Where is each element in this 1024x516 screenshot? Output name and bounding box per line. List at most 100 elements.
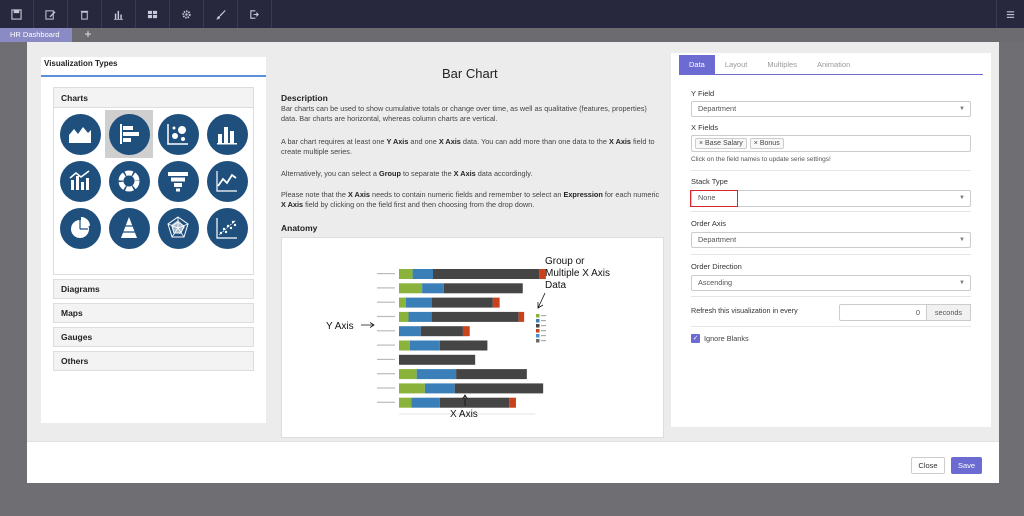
divider	[691, 254, 971, 255]
section-maps[interactable]: Maps	[53, 303, 254, 323]
settings-tabs: Data Layout Multiples Animation	[679, 55, 860, 74]
refresh-interval-input[interactable]: 0	[839, 304, 927, 321]
close-button[interactable]: Close	[911, 457, 945, 474]
tab-layout[interactable]: Layout	[715, 55, 758, 74]
charts-section-header[interactable]: Charts	[54, 88, 253, 108]
group-label-line-2: Multiple X Axis	[545, 268, 610, 279]
chart-type-funnel[interactable]	[154, 157, 202, 205]
tab-multiples[interactable]: Multiples	[757, 55, 807, 74]
settings-panel: Data Layout Multiples Animation Y Field …	[671, 53, 991, 427]
add-tab-button[interactable]: +	[82, 28, 94, 42]
anatomy-bar-segment	[456, 369, 527, 380]
column-chart-icon	[217, 127, 237, 145]
anatomy-legend-swatch	[536, 334, 540, 338]
anatomy-legend-swatch	[536, 329, 540, 333]
chart-type-bar[interactable]	[105, 110, 153, 158]
anatomy-bar-segment	[431, 297, 493, 308]
x-fields-input[interactable]: × Base Salary × Bonus	[691, 135, 971, 152]
anatomy-category-tick	[377, 387, 395, 389]
refresh-unit: seconds	[927, 304, 971, 321]
anatomy-bar-segment	[399, 354, 476, 365]
divider	[691, 326, 971, 327]
chevron-down-icon: ▼	[959, 280, 965, 286]
order-direction-select[interactable]: Ascending ▼	[691, 275, 971, 291]
y-field-label: Y Field	[691, 89, 715, 98]
anatomy-bar-segment	[405, 297, 432, 308]
order-direction-value: Ascending	[698, 278, 733, 287]
chart-type-line[interactable]	[203, 157, 251, 205]
modal-footer	[27, 441, 999, 483]
combo-chart-icon	[69, 170, 90, 190]
anatomy-category-tick	[377, 344, 395, 346]
anatomy-bar-segment	[420, 326, 463, 337]
anatomy-bar-segment	[518, 311, 525, 322]
y-field-select[interactable]: Department ▼	[691, 101, 971, 117]
anatomy-bar-segment	[399, 297, 406, 308]
trash-icon[interactable]	[68, 0, 102, 28]
x-fields-label: X Fields	[691, 123, 719, 132]
chart-type-column[interactable]	[203, 110, 251, 158]
bar-chart-icon[interactable]	[102, 0, 136, 28]
anatomy-bar-segment	[492, 297, 500, 308]
order-direction-label: Order Direction	[691, 262, 742, 271]
x-field-chip-base-salary[interactable]: × Base Salary	[695, 138, 747, 149]
anatomy-legend-swatch	[536, 314, 540, 318]
anatomy-category-tick	[377, 301, 395, 303]
anatomy-category-tick	[377, 287, 395, 289]
anatomy-bar-segment	[399, 269, 413, 279]
refresh-label: Refresh this visualization in every	[691, 306, 798, 315]
anatomy-category-tick	[377, 358, 395, 360]
pyramid-chart-icon	[121, 217, 137, 238]
order-axis-select[interactable]: Department ▼	[691, 232, 971, 248]
save-icon[interactable]	[0, 0, 34, 28]
description-heading: Description	[281, 93, 328, 103]
chart-type-combo[interactable]	[56, 157, 104, 205]
anatomy-illustration: Y Axis X Axis Group or Multiple X Axis D…	[281, 237, 664, 438]
save-button[interactable]: Save	[951, 457, 982, 474]
x-field-chip-bonus[interactable]: × Bonus	[749, 138, 784, 149]
ignore-blanks-checkbox[interactable]: ✓	[691, 334, 700, 343]
stack-type-label: Stack Type	[691, 177, 728, 186]
chart-type-donut[interactable]	[105, 157, 153, 205]
brush-icon[interactable]	[204, 0, 238, 28]
chart-type-area[interactable]	[56, 110, 104, 158]
anatomy-bar-segment	[399, 369, 417, 380]
order-axis-label: Order Axis	[691, 219, 727, 228]
section-gauges[interactable]: Gauges	[53, 327, 254, 347]
section-diagrams[interactable]: Diagrams	[53, 279, 254, 299]
chart-type-scatter[interactable]	[203, 204, 251, 252]
tab-animation[interactable]: Animation	[807, 55, 860, 74]
description-paragraph-2: A bar chart requires at least one Y Axis…	[281, 137, 655, 156]
chart-type-pie[interactable]	[56, 204, 104, 252]
anatomy-category-tick	[377, 401, 395, 403]
group-label-line-3: Data	[545, 280, 567, 291]
anatomy-bar-segment	[411, 397, 440, 408]
pie-chart-icon	[71, 217, 90, 238]
anatomy-bar-segment	[399, 311, 409, 322]
chart-type-radar[interactable]	[154, 204, 202, 252]
anatomy-legend-text	[541, 330, 546, 332]
export-icon[interactable]	[238, 0, 272, 28]
anatomy-diagram: Y Axis X Axis Group or Multiple X Axis D…	[326, 256, 610, 420]
visualization-modal: Visualization Types Charts Diagrams Maps…	[27, 42, 999, 483]
anatomy-bar-segment	[439, 397, 510, 408]
edit-icon[interactable]	[34, 0, 68, 28]
anatomy-bar-segment	[399, 283, 423, 294]
description-paragraph-4: Please note that the X Axis needs to con…	[281, 190, 660, 209]
anatomy-bar-segment	[443, 283, 523, 294]
anatomy-legend-text	[541, 315, 546, 317]
gear-icon[interactable]	[170, 0, 204, 28]
highlight-box	[690, 190, 738, 207]
anatomy-category-tick	[377, 373, 395, 375]
tab-data[interactable]: Data	[679, 55, 715, 74]
dashboard-icon[interactable]	[136, 0, 170, 28]
tabs-underline	[679, 74, 983, 75]
section-others[interactable]: Others	[53, 351, 254, 371]
divider	[691, 296, 971, 297]
chart-type-bubble[interactable]	[154, 110, 202, 158]
anatomy-bar-segment	[416, 369, 457, 380]
tab-hr-dashboard[interactable]: HR Dashboard	[0, 28, 72, 42]
chart-type-pyramid[interactable]	[105, 204, 153, 252]
menu-icon[interactable]	[996, 0, 1024, 28]
anatomy-legend-text	[541, 320, 546, 322]
